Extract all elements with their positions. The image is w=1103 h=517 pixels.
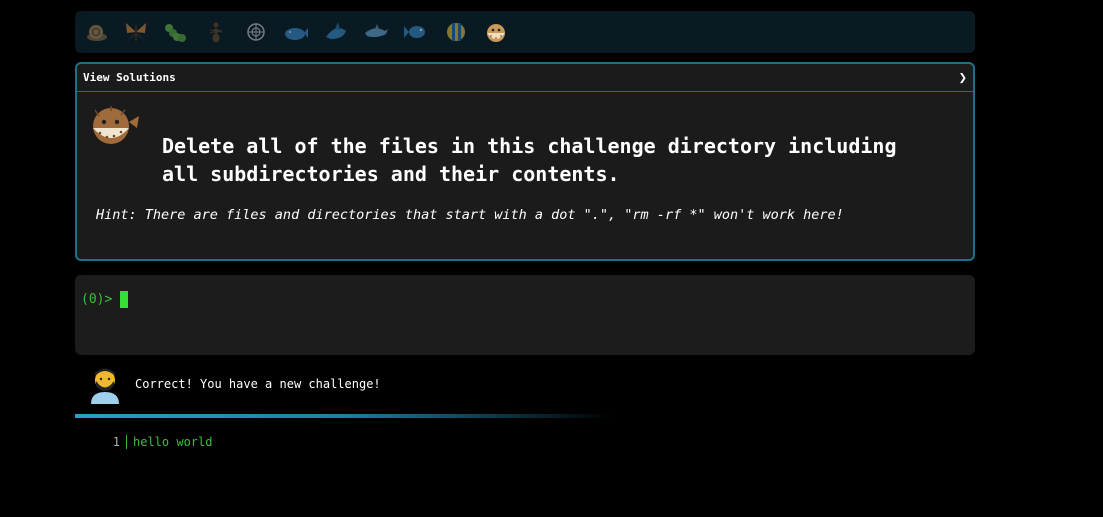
prompt-label: (0)> xyxy=(81,292,113,307)
fish-icon[interactable] xyxy=(403,19,429,45)
creature-level-bar xyxy=(75,11,975,53)
progress-divider xyxy=(75,414,615,418)
view-solutions-label: View Solutions xyxy=(83,71,176,84)
terminal-prompt: (0)> xyxy=(81,291,129,308)
hint-text: Hint: There are files and directories th… xyxy=(96,207,844,223)
chevron-right-icon[interactable]: ❯ xyxy=(959,70,967,86)
view-solutions-toggle[interactable]: View Solutions ❯ xyxy=(77,64,973,92)
terminal-cursor xyxy=(120,291,129,308)
caterpillar-icon[interactable] xyxy=(163,19,189,45)
pufferfish-icon[interactable] xyxy=(483,19,509,45)
pufferfish-avatar-icon xyxy=(87,102,141,146)
terminal-input[interactable]: (0)> xyxy=(75,275,975,355)
butterfly-icon[interactable] xyxy=(123,19,149,45)
file-content-view: 1 hello world xyxy=(75,435,212,449)
challenge-description: Delete all of the files in this challeng… xyxy=(162,132,962,188)
tropical-fish-icon[interactable] xyxy=(443,19,469,45)
app-container: View Solutions ❯ Delete all of the files… xyxy=(75,11,975,449)
snail-icon[interactable] xyxy=(83,19,109,45)
challenge-line-2: all subdirectories and their contents. xyxy=(162,162,620,186)
line-number: 1 xyxy=(75,435,127,449)
feedback-message: Correct! You have a new challenge! xyxy=(75,364,975,404)
shark-icon[interactable] xyxy=(323,19,349,45)
dolphin-icon[interactable] xyxy=(363,19,389,45)
shell-icon[interactable] xyxy=(243,19,269,45)
whale-icon[interactable] xyxy=(283,19,309,45)
challenge-panel: View Solutions ❯ Delete all of the files… xyxy=(75,62,975,261)
file-line-text: hello world xyxy=(133,435,213,449)
feedback-text: Correct! You have a new challenge! xyxy=(135,377,381,391)
challenge-line-1: Delete all of the files in this challeng… xyxy=(162,134,897,158)
person-avatar-icon xyxy=(87,364,123,404)
ant-icon[interactable] xyxy=(203,19,229,45)
